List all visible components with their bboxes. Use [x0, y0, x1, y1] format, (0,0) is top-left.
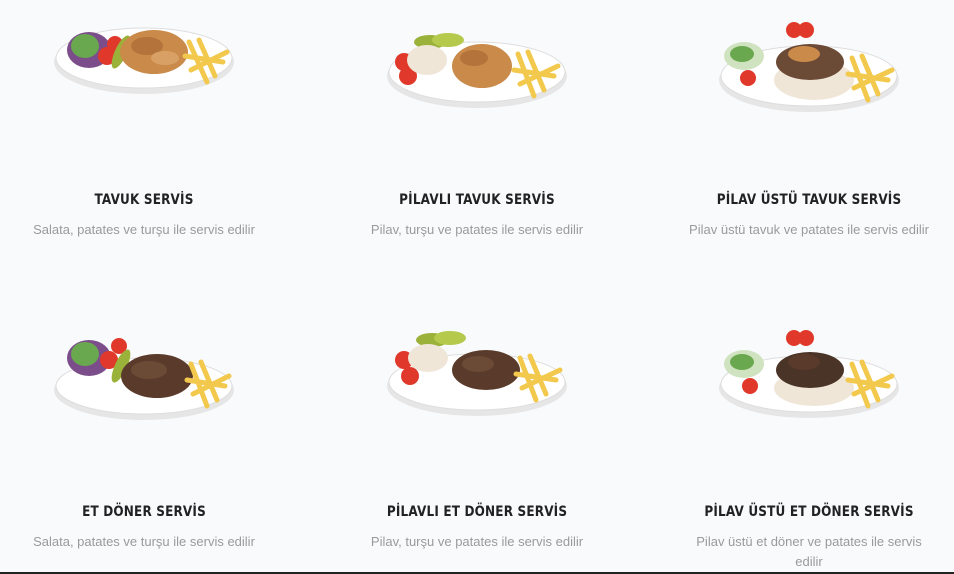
product-title[interactable]: ET DÖNER SERVİS	[15, 504, 273, 520]
food-plate-icon	[387, 33, 567, 108]
food-plate-icon	[719, 22, 899, 112]
product-description: Pilav üstü tavuk ve patates ile servis e…	[689, 222, 929, 237]
product-title[interactable]: TAVUK SERVİS	[15, 192, 273, 208]
product-title[interactable]: PİLAVLI ET DÖNER SERVİS	[348, 504, 606, 520]
product-image[interactable]	[327, 0, 627, 120]
product-image[interactable]	[0, 0, 294, 120]
product-grid: TAVUK SERVİS Salata, patates ve turşu il…	[0, 0, 954, 574]
product-description: Pilav, turşu ve patates ile servis edili…	[370, 222, 584, 237]
food-plate-icon	[54, 27, 234, 94]
product-description: Salata, patates ve turşu ile servis edil…	[33, 222, 255, 237]
food-plate-icon	[387, 331, 567, 416]
product-title[interactable]: PİLAVLI TAVUK SERVİS	[348, 192, 606, 208]
food-plate-icon	[719, 330, 899, 418]
food-plate-icon	[54, 338, 234, 420]
product-image[interactable]	[327, 330, 627, 450]
product-description: Pilav üstü et döner ve patates ile servi…	[696, 534, 922, 569]
product-description: Salata, patates ve turşu ile servis edil…	[33, 534, 255, 549]
product-image[interactable]	[659, 330, 954, 450]
product-image[interactable]	[659, 0, 954, 120]
product-image[interactable]	[0, 330, 294, 450]
product-description: Pilav, turşu ve patates ile servis edili…	[370, 534, 584, 549]
product-title[interactable]: PİLAV ÜSTÜ TAVUK SERVİS	[680, 192, 938, 208]
product-title[interactable]: PİLAV ÜSTÜ ET DÖNER SERVİS	[680, 504, 938, 520]
